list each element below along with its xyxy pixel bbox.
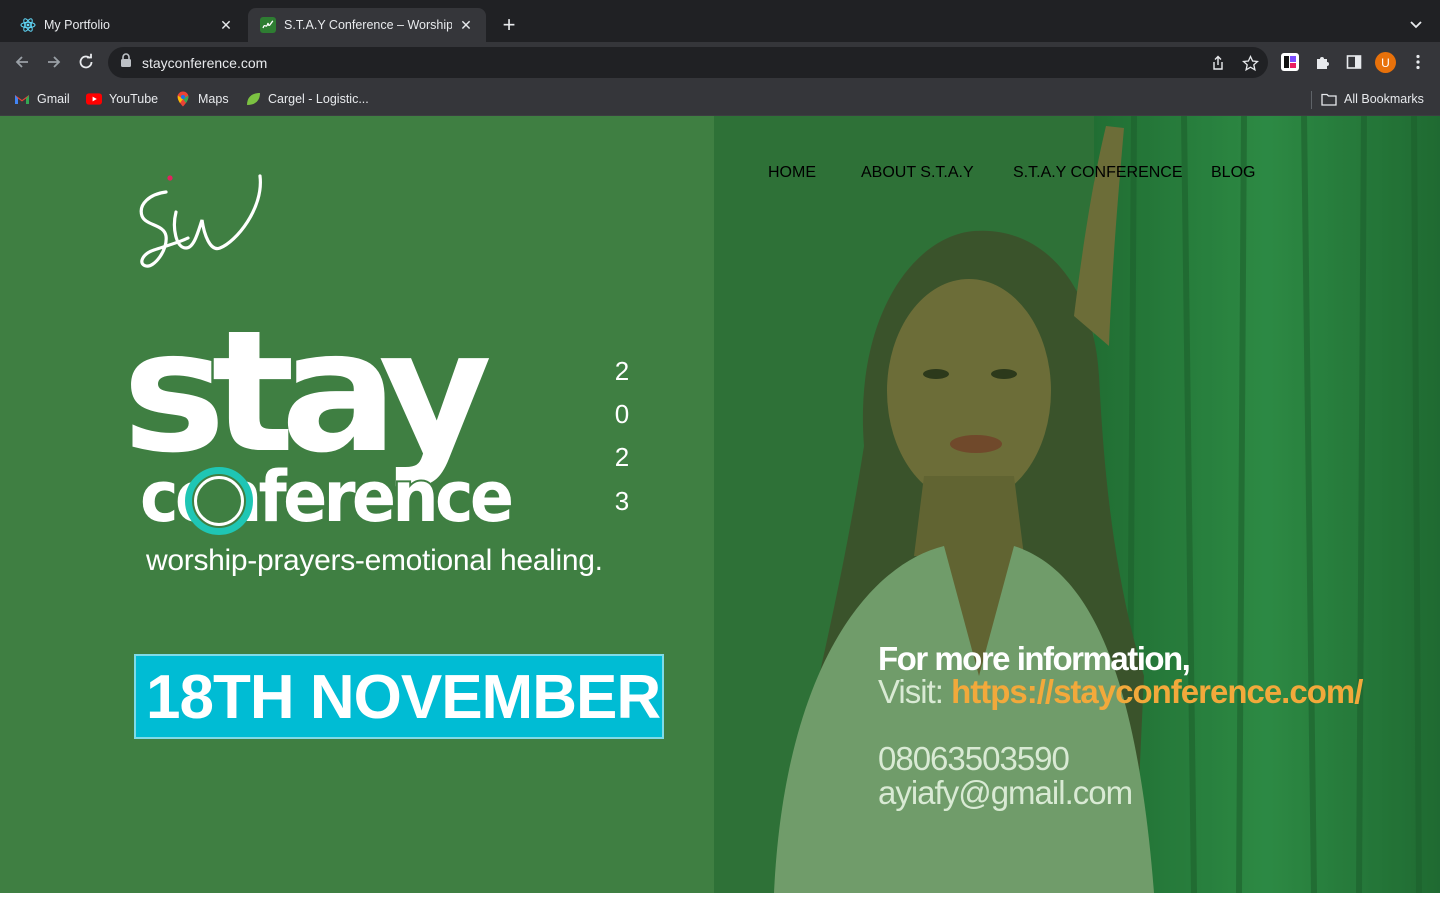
browser-toolbar: stayconference.com U xyxy=(0,42,1440,82)
bookmarks-separator xyxy=(1311,91,1312,109)
hero-tagline: worship-prayers-emotional healing. xyxy=(146,544,603,577)
bookmark-label: YouTube xyxy=(109,92,159,106)
contact-email: ayiafy@gmail.com xyxy=(878,774,1133,811)
website-link[interactable]: https://stayconference.com/ xyxy=(951,673,1363,710)
event-date-banner: 18TH NOVEMBER xyxy=(134,654,664,739)
info-visit-line: Visit: https://stayconference.com/ xyxy=(878,673,1363,711)
bookmark-label: Maps xyxy=(198,92,229,106)
reload-icon[interactable] xyxy=(74,50,98,74)
tab-title: S.T.A.Y Conference – Worship xyxy=(284,18,452,32)
visit-label: Visit: xyxy=(878,673,952,710)
bookmark-gmail[interactable]: Gmail xyxy=(14,91,70,107)
bookmark-star-icon[interactable] xyxy=(1241,54,1259,72)
address-bar[interactable]: stayconference.com xyxy=(108,47,1268,78)
maps-icon xyxy=(175,91,191,107)
sw-logo[interactable] xyxy=(132,168,272,278)
all-bookmarks-label: All Bookmarks xyxy=(1344,92,1424,106)
url-text: stayconference.com xyxy=(142,54,268,71)
puzzle-extensions-icon[interactable] xyxy=(1312,52,1332,72)
bookmark-label: Gmail xyxy=(37,92,70,106)
year-digit: 2 xyxy=(614,356,630,386)
bookmark-youtube[interactable]: YouTube xyxy=(86,91,158,107)
nav-blog[interactable]: BLOG xyxy=(1211,164,1255,182)
page-bottom-edge xyxy=(0,893,1440,900)
contact-phone: 08063503590 xyxy=(878,740,1070,777)
year-digit: 2 xyxy=(614,442,630,472)
bookmark-cargel[interactable]: Cargel - Logistic... xyxy=(245,91,369,107)
youtube-icon xyxy=(86,91,102,107)
new-tab-button[interactable]: + xyxy=(498,12,520,37)
tab-my-portfolio[interactable]: My Portfolio ✕ xyxy=(8,8,246,42)
nav-stay-conference[interactable]: S.T.A.Y CONFERENCE xyxy=(1013,164,1183,182)
back-arrow-icon[interactable] xyxy=(10,50,34,74)
nav-home[interactable]: HOME xyxy=(768,164,816,182)
all-bookmarks-button[interactable]: All Bookmarks xyxy=(1321,91,1424,107)
year-digit: 0 xyxy=(614,399,630,429)
forward-arrow-icon[interactable] xyxy=(42,50,66,74)
sw-logo-icon xyxy=(260,17,276,33)
tab-strip: My Portfolio ✕ S.T.A.Y Conference – Wors… xyxy=(0,0,1440,42)
tab-stay-conference[interactable]: S.T.A.Y Conference – Worship ✕ xyxy=(248,8,486,42)
bookmark-maps[interactable]: Maps xyxy=(175,91,229,107)
year-digit: 3 xyxy=(614,486,630,516)
cargel-icon xyxy=(245,91,261,107)
hero-section: stay conference 2 0 2 3 worship-prayers-… xyxy=(0,116,1440,893)
react-icon xyxy=(20,17,36,33)
nav-about-stay[interactable]: ABOUT S.T.A.Y xyxy=(861,164,974,182)
event-date: 18TH NOVEMBER xyxy=(146,663,661,732)
bookmark-label: Cargel - Logistic... xyxy=(268,92,369,106)
stay-wordmark: stay xyxy=(122,294,492,490)
kebab-menu-icon[interactable] xyxy=(1408,52,1428,72)
close-tab-icon[interactable]: ✕ xyxy=(458,17,474,33)
conference-ring-inner xyxy=(194,476,244,526)
share-icon[interactable] xyxy=(1209,54,1227,72)
tab-title: My Portfolio xyxy=(44,18,110,32)
bookmarks-bar: Gmail YouTube Maps Cargel - Logistic... … xyxy=(0,82,1440,116)
close-tab-icon[interactable]: ✕ xyxy=(218,17,234,33)
folder-icon xyxy=(1321,91,1337,107)
profile-avatar[interactable]: U xyxy=(1375,52,1396,73)
gmail-icon xyxy=(14,91,30,107)
side-panel-icon[interactable] xyxy=(1344,52,1364,72)
lock-icon[interactable] xyxy=(120,53,132,72)
tab-search-chevron-icon[interactable] xyxy=(1406,14,1426,34)
extension-app-icon[interactable] xyxy=(1280,52,1300,72)
